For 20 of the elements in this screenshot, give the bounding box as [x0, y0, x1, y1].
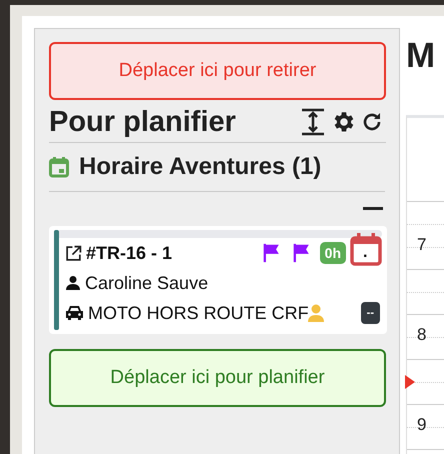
- group-title: Horaire Aventures (1): [79, 153, 322, 181]
- hour-label: 9: [417, 415, 426, 434]
- calendar-icon: [49, 156, 69, 178]
- status-badge: --: [360, 302, 380, 324]
- vehicle-name: MOTO HORS ROUTE CRF: [88, 302, 309, 324]
- external-link-icon[interactable]: [65, 244, 82, 262]
- hour-label: 7: [417, 235, 426, 254]
- duration-badge: 0h: [320, 242, 346, 264]
- collapse-icon[interactable]: [361, 207, 385, 211]
- page-heading: M: [406, 38, 436, 73]
- current-time-marker-icon: [405, 375, 415, 389]
- booking-code: #TR-16 - 1: [86, 242, 174, 264]
- booking-card[interactable]: #TR-16 - 1 0h . Caroline Sauve MOTO HORS ROUTE CRF --: [49, 226, 387, 334]
- plan-drop-zone[interactable]: Déplacer ici pour planifier: [49, 349, 386, 407]
- guide-person-icon: [306, 303, 327, 323]
- person-icon: [65, 275, 81, 291]
- client-name: Caroline Sauve: [85, 272, 208, 294]
- car-icon: [65, 305, 84, 321]
- hour-label: 8: [417, 325, 426, 344]
- sidebar-title: Pour planifier: [49, 106, 237, 138]
